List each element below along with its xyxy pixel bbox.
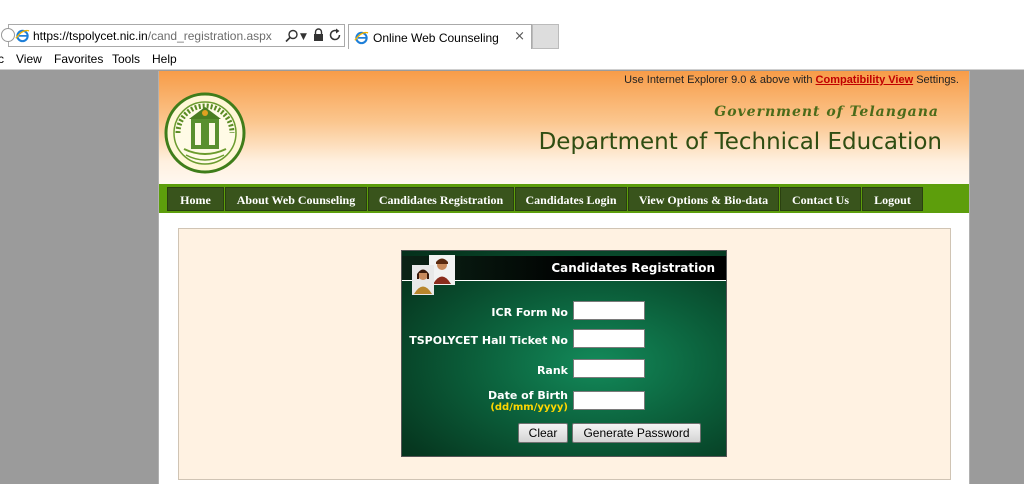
notice-prefix: Use Internet Explorer 9.0 & above with	[624, 74, 813, 86]
nav-about-web-counseling[interactable]: About Web Counseling	[225, 187, 367, 211]
icr-form-no-label: ICR Form No	[491, 306, 568, 319]
refresh-icon[interactable]	[329, 28, 342, 42]
dropdown-icon[interactable]: ▼	[300, 29, 307, 45]
compatibility-view-link[interactable]: Compatibility View	[816, 74, 914, 86]
menu-item-view[interactable]: View	[16, 52, 42, 66]
nav-candidates-registration[interactable]: Candidates Registration	[368, 187, 514, 211]
nav-contact-us[interactable]: Contact Us	[780, 187, 861, 211]
telangana-emblem-icon	[164, 92, 246, 174]
hall-ticket-input[interactable]	[573, 329, 645, 348]
web-page: Use Internet Explorer 9.0 & above with C…	[158, 71, 970, 484]
tab-ie-icon	[354, 31, 369, 45]
nav-candidates-login[interactable]: Candidates Login	[515, 187, 627, 211]
new-tab-button[interactable]	[532, 24, 559, 49]
url-text[interactable]: https://tspolycet.nic.in/cand_registrati…	[33, 29, 272, 43]
lock-icon[interactable]	[313, 28, 324, 42]
back-button[interactable]	[1, 28, 15, 42]
address-bar[interactable]: https://tspolycet.nic.in/cand_registrati…	[1, 24, 345, 47]
hall-ticket-label: TSPOLYCET Hall Ticket No	[409, 334, 568, 347]
close-tab-icon[interactable]: ×	[514, 29, 525, 44]
date-of-birth-input[interactable]	[573, 391, 645, 410]
search-icon[interactable]	[285, 29, 299, 43]
menu-item-help[interactable]: Help	[152, 52, 177, 66]
department-title: Department of Technical Education	[538, 129, 942, 155]
rank-input[interactable]	[573, 359, 645, 378]
date-of-birth-label: Date of Birth	[488, 389, 568, 402]
menu-item-favorites[interactable]: Favorites	[54, 52, 103, 66]
main-navigation: Home About Web Counseling Candidates Reg…	[159, 184, 969, 213]
browser-tab[interactable]: Online Web Counseling ×	[348, 24, 532, 49]
menu-item-tools[interactable]: Tools	[112, 52, 140, 66]
nav-home[interactable]: Home	[167, 187, 224, 211]
government-title: Government of Telangana	[714, 104, 939, 120]
icr-form-no-input[interactable]	[573, 301, 645, 320]
panel-title: Candidates Registration	[551, 261, 715, 275]
ie-notice: Use Internet Explorer 9.0 & above with C…	[624, 74, 959, 86]
generate-password-button[interactable]: Generate Password	[572, 423, 701, 443]
url-host: https://tspolycet.nic.in	[33, 29, 148, 43]
site-header: Use Internet Explorer 9.0 & above with C…	[159, 71, 969, 184]
menu-item-clipped[interactable]: c	[0, 52, 4, 66]
tab-title: Online Web Counseling	[373, 31, 499, 45]
clear-button[interactable]: Clear	[518, 423, 568, 443]
rank-label: Rank	[536, 364, 568, 377]
notice-suffix: Settings.	[916, 74, 959, 86]
chrome-divider	[0, 69, 1024, 70]
candidates-avatar-icon	[412, 255, 455, 295]
browser-chrome: https://tspolycet.nic.in/cand_registrati…	[0, 0, 1024, 70]
ie-logo-icon	[15, 29, 30, 43]
url-path: /cand_registration.aspx	[147, 29, 272, 43]
nav-logout[interactable]: Logout	[862, 187, 923, 211]
registration-panel: Candidates Registration ICR Form No TSPO…	[401, 250, 727, 457]
nav-view-options-bio-data[interactable]: View Options & Bio-data	[628, 187, 779, 211]
date-format-hint: (dd/mm/yyyy)	[490, 402, 568, 413]
